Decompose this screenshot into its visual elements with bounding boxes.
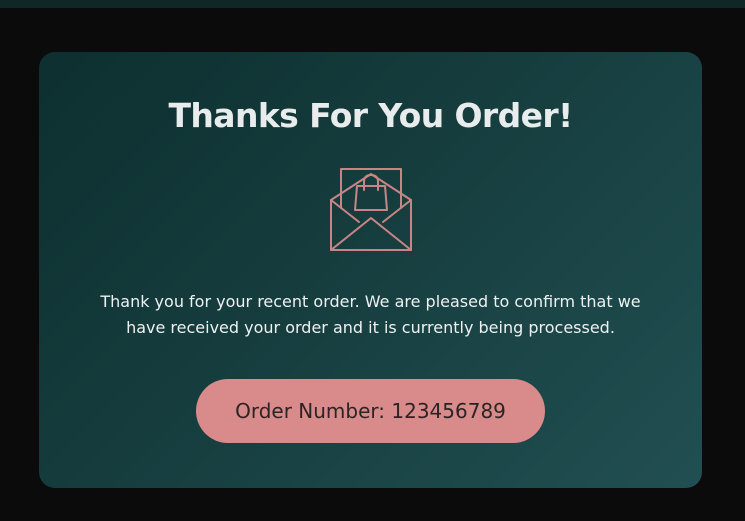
order-number-label: Order Number: 123456789 — [235, 399, 506, 423]
page-title: Thanks For You Order! — [168, 96, 573, 135]
top-bar — [0, 0, 745, 8]
order-number-button[interactable]: Order Number: 123456789 — [196, 379, 545, 443]
order-confirmation-card: Thanks For You Order! Thank you for your… — [39, 52, 702, 488]
confirmation-message: Thank you for your recent order. We are … — [100, 292, 641, 337]
envelope-with-shopping-bag-icon — [330, 168, 412, 251]
